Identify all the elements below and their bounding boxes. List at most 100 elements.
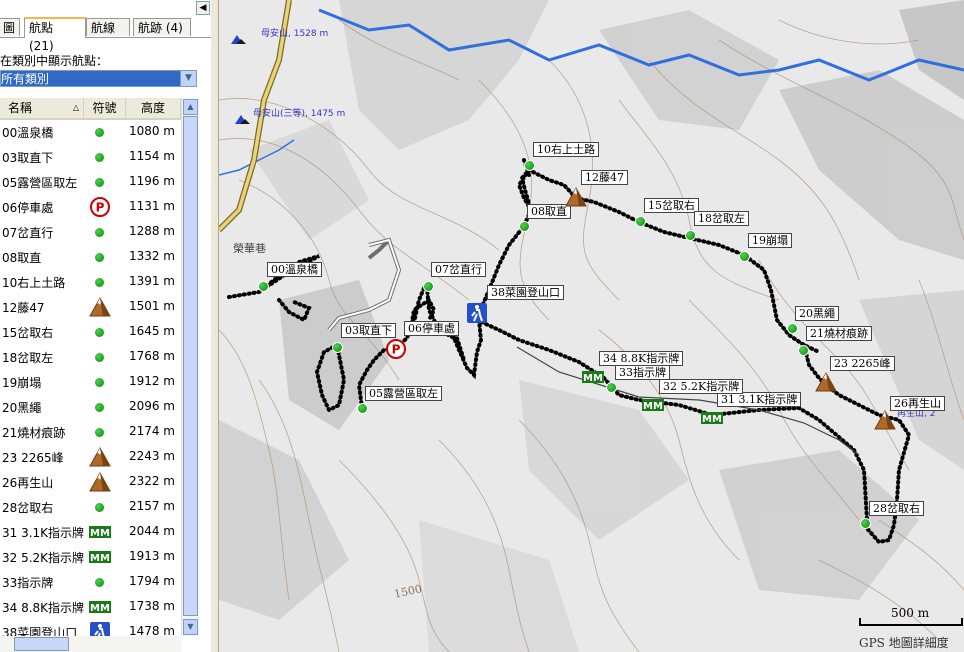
- map-waypoint-marker[interactable]: [739, 251, 750, 262]
- map-waypoint-marker[interactable]: [787, 323, 798, 334]
- green-dot-icon: [739, 251, 750, 262]
- map-waypoint-marker[interactable]: [635, 216, 646, 227]
- map-waypoint-label[interactable]: 03取直下: [341, 323, 396, 338]
- waypoint-row[interactable]: 21燒材痕跡 2174 m: [0, 420, 181, 445]
- waypoint-row[interactable]: 31 3.1K指示牌 MM 2044 m: [0, 520, 181, 545]
- waypoint-symbol: [89, 247, 111, 267]
- tab-waypoints[interactable]: 航點 (21): [24, 17, 86, 53]
- column-header-name[interactable]: 名稱 △: [0, 98, 84, 118]
- map-waypoint-label[interactable]: 23 2265峰: [830, 356, 895, 371]
- topo-map[interactable]: 母安山, 1528 m 母安山(三等), 1475 m 再生山, 2 榮華巷 1…: [219, 0, 964, 652]
- map-waypoint-label[interactable]: 10右上土路: [533, 142, 599, 157]
- map-waypoint-label[interactable]: 00溫泉橋: [267, 262, 322, 277]
- waypoint-altitude: 2174 m: [128, 424, 175, 438]
- waypoint-altitude: 1154 m: [128, 149, 175, 163]
- waypoint-row[interactable]: 08取直 1332 m: [0, 245, 181, 270]
- waypoint-row[interactable]: 10右上土路 1391 m: [0, 270, 181, 295]
- waypoint-row[interactable]: 05露營區取左 1196 m: [0, 170, 181, 195]
- green-dot-icon: [798, 345, 809, 356]
- waypoint-row[interactable]: 12藤47 1501 m: [0, 295, 181, 320]
- map-waypoint-label[interactable]: 12藤47: [581, 170, 628, 185]
- waypoint-row[interactable]: 32 5.2K指示牌 MM 1913 m: [0, 545, 181, 570]
- green-dot-icon: [357, 403, 368, 414]
- waypoint-name: 21燒材痕跡: [2, 426, 66, 440]
- waypoint-name: 05露營區取左: [2, 176, 78, 190]
- map-waypoint-label[interactable]: 20黑繩: [795, 306, 839, 321]
- collapse-panel-button[interactable]: ◀: [196, 1, 210, 15]
- map-waypoint-marker[interactable]: [519, 221, 530, 232]
- map-waypoint-label[interactable]: 07岔直行: [431, 262, 486, 277]
- list-vertical-scrollbar[interactable]: ▲ ▼: [181, 98, 199, 636]
- waypoint-row[interactable]: 06停車處 P 1131 m: [0, 195, 181, 220]
- map-waypoint-label[interactable]: 33指示牌: [615, 365, 670, 380]
- waypoint-symbol: [89, 296, 111, 317]
- green-dot-icon: [635, 216, 646, 227]
- waypoint-altitude: 1768 m: [128, 349, 175, 363]
- waypoint-row[interactable]: 18岔取左 1768 m: [0, 345, 181, 370]
- map-waypoint-marker[interactable]: [860, 518, 871, 529]
- waypoint-symbol: [89, 572, 111, 592]
- waypoint-row[interactable]: 23 2265峰 2243 m: [0, 445, 181, 470]
- waypoint-row[interactable]: 20黑繩 2096 m: [0, 395, 181, 420]
- waypoint-row[interactable]: 03取直下 1154 m: [0, 145, 181, 170]
- map-waypoint-marker[interactable]: [685, 230, 696, 241]
- waypoint-row[interactable]: 34 8.8K指示牌 MM 1738 m: [0, 595, 181, 620]
- waypoint-row[interactable]: 19崩塌 1912 m: [0, 370, 181, 395]
- map-waypoint-marker[interactable]: [524, 160, 535, 171]
- waypoint-row[interactable]: 00溫泉橋 1080 m: [0, 120, 181, 145]
- tab-map[interactable]: 圖: [0, 18, 20, 36]
- waypoint-row[interactable]: 33指示牌 1794 m: [0, 570, 181, 595]
- map-waypoint-label[interactable]: 38菜園登山口: [487, 285, 564, 300]
- map-detail-label: GPS 地圖詳細度: [859, 636, 949, 650]
- waypoint-altitude: 2044 m: [128, 524, 175, 538]
- waypoint-row[interactable]: 26再生山 2322 m: [0, 470, 181, 495]
- map-waypoint-label[interactable]: 26再生山: [890, 396, 945, 411]
- waypoint-name: 31 3.1K指示牌: [2, 526, 85, 540]
- map-waypoint-label[interactable]: 31 3.1K指示牌: [717, 392, 802, 407]
- waypoint-name: 19崩塌: [2, 376, 42, 390]
- waypoint-altitude: 1196 m: [128, 174, 175, 188]
- category-filter-dropdown[interactable]: 所有類別 ▼: [0, 70, 197, 87]
- column-header-symbol[interactable]: 符號: [84, 98, 126, 118]
- panel-splitter[interactable]: [211, 0, 219, 652]
- scroll-up-button[interactable]: ▲: [183, 99, 198, 115]
- map-waypoint-label[interactable]: 06停車處: [404, 321, 459, 336]
- map-waypoint-marker[interactable]: [332, 342, 343, 353]
- waypoint-list: 00溫泉橋 1080 m 03取直下 1154 m 05露營區取左 1196 m 06停車處…: [0, 120, 181, 642]
- hscroll-thumb[interactable]: [14, 637, 69, 651]
- map-waypoint-label[interactable]: 15岔取右: [644, 198, 699, 213]
- map-waypoint-label[interactable]: 21燒材痕跡: [806, 326, 872, 341]
- map-waypoint-label[interactable]: 19崩塌: [748, 233, 792, 248]
- waypoint-symbol: [89, 347, 111, 367]
- tab-routes[interactable]: 航線: [86, 18, 130, 36]
- list-horizontal-scrollbar[interactable]: [0, 636, 181, 652]
- map-waypoint-marker[interactable]: [258, 281, 269, 292]
- column-header-altitude[interactable]: 高度: [126, 98, 181, 118]
- map-waypoint-marker[interactable]: [606, 382, 617, 393]
- scroll-thumb[interactable]: [183, 116, 198, 616]
- waypoint-name: 20黑繩: [2, 401, 42, 415]
- waypoint-symbol: [89, 147, 111, 167]
- map-waypoint-label[interactable]: 32 5.2K指示牌: [659, 379, 744, 394]
- map-waypoint-label[interactable]: 18岔取左: [694, 211, 749, 226]
- waypoint-row[interactable]: 15岔取右 1645 m: [0, 320, 181, 345]
- scroll-down-button[interactable]: ▼: [183, 619, 198, 635]
- waypoint-name: 00溫泉橋: [2, 126, 54, 140]
- waypoint-row[interactable]: 07岔直行 1288 m: [0, 220, 181, 245]
- map-waypoint-label[interactable]: 28岔取右: [869, 501, 924, 516]
- green-dot-icon: [519, 221, 530, 232]
- tab-tracks[interactable]: 航跡 (4): [133, 18, 191, 36]
- map-waypoint-label[interactable]: 05露營區取左: [365, 386, 442, 401]
- waypoint-symbol: [89, 372, 111, 392]
- waypoint-symbol: [89, 222, 111, 242]
- waypoint-altitude: 1913 m: [128, 549, 175, 563]
- map-waypoint-marker[interactable]: [423, 281, 434, 292]
- map-waypoint-marker[interactable]: [357, 403, 368, 414]
- map-waypoint-label[interactable]: 34 8.8K指示牌: [599, 351, 684, 366]
- chevron-down-icon[interactable]: ▼: [180, 71, 196, 86]
- waypoint-row[interactable]: 28岔取右 2157 m: [0, 495, 181, 520]
- peak-label-muanshan-3: 母安山(三等), 1475 m: [253, 109, 346, 119]
- map-waypoint-marker[interactable]: [798, 345, 809, 356]
- waypoint-altitude: 1794 m: [128, 574, 175, 588]
- waypoint-symbol: MM: [89, 597, 111, 617]
